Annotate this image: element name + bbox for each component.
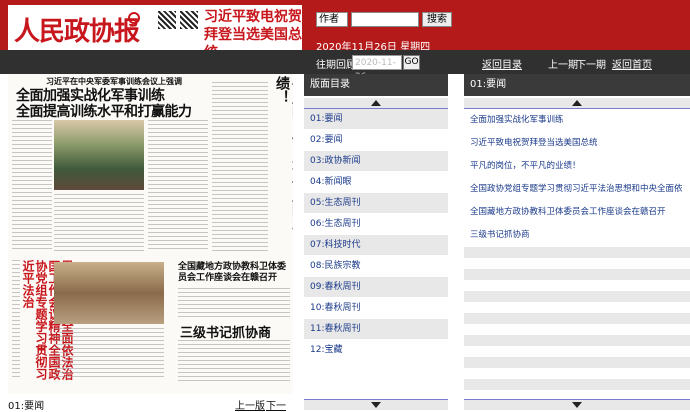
- archive-date-input[interactable]: 2020-11-26: [352, 55, 402, 82]
- header-bar: 人民政协报 习近平致电祝贺 拜登当选美国总统 作者 搜索 2020年11月26日…: [0, 0, 690, 61]
- empty-row: [464, 247, 690, 258]
- text-column: [54, 194, 144, 252]
- triangle-down-icon: [371, 402, 381, 408]
- search-field-select[interactable]: 作者: [316, 12, 348, 27]
- text-column: [178, 340, 290, 384]
- article-link[interactable]: 全国政协党组专题学习贯彻习近平法治思想和中央全面依: [464, 178, 690, 201]
- text-column: [12, 120, 52, 252]
- text-column: [12, 260, 20, 380]
- empty-row: [464, 269, 690, 280]
- scroll-down-arrow[interactable]: [464, 400, 690, 410]
- qr-code-icon: [180, 11, 198, 29]
- toc-title: 版面目录: [304, 74, 448, 96]
- text-column: [212, 82, 268, 252]
- next-issue-link[interactable]: 下一期: [576, 56, 606, 71]
- paper-article-title: 全国藏地方政协教科卫体委员会工作座谈会在赣召开: [178, 262, 287, 283]
- toc-item[interactable]: 07:科技时代: [304, 235, 448, 255]
- text-column: [178, 288, 290, 318]
- headline-line-1: 习近平致电祝贺: [204, 9, 302, 25]
- nav-bar: 往期回顾: 返回目录 上一期 下一期 返回首页: [0, 50, 690, 74]
- toc-item[interactable]: 09:春秋周刊: [304, 277, 448, 297]
- epaper-page: 人民政协报 习近平致电祝贺 拜登当选美国总统 作者 搜索 2020年11月26日…: [0, 0, 690, 412]
- toc-item[interactable]: 04:新闻眼: [304, 172, 448, 192]
- toc-item[interactable]: 01:要闻: [304, 109, 448, 129]
- scroll-down-arrow[interactable]: [304, 400, 448, 410]
- paper-article-title-2: 三级书记抓协商: [180, 326, 272, 341]
- logo: 人民政协报: [14, 17, 140, 47]
- article-list-panel: 01:要闻 全面加强实战化军事训练 习近平致电祝贺拜登当选美国总统 平凡的岗位，不平…: [464, 74, 690, 412]
- search-input[interactable]: [351, 12, 419, 27]
- toc-item[interactable]: 08:民族宗教: [304, 256, 448, 276]
- prev-issue-link[interactable]: 上一期: [548, 56, 578, 71]
- return-toc-link[interactable]: 返回目录: [482, 56, 522, 71]
- front-photo: [54, 120, 144, 190]
- qr-code-icon: [158, 11, 176, 29]
- newspaper-page-image[interactable]: 习近平在中央军委军事训练会议上强调 全面加强实战化军事训练 全面提高训练水平和打…: [8, 74, 293, 394]
- search-bar: 作者 搜索: [316, 12, 452, 27]
- meeting-photo: [54, 262, 164, 324]
- triangle-down-icon: [572, 402, 582, 408]
- article-link[interactable]: 平凡的岗位，不平凡的业绩！: [464, 155, 690, 178]
- toc-item[interactable]: 12:宝藏: [304, 340, 448, 360]
- text-column: [148, 120, 208, 252]
- empty-row: [464, 357, 690, 368]
- triangle-up-icon: [572, 100, 582, 106]
- return-home-link[interactable]: 返回首页: [612, 56, 652, 71]
- article-link[interactable]: 全国藏地方政协教科卫体委员会工作座谈会在赣召开: [464, 201, 690, 224]
- current-page-label: 01:要闻: [8, 401, 45, 412]
- empty-row: [464, 379, 690, 390]
- toc-item[interactable]: 06:生态周刊: [304, 214, 448, 234]
- toc-item[interactable]: 03:政协新闻: [304, 151, 448, 171]
- seal-icon: [128, 12, 140, 24]
- triangle-up-icon: [371, 100, 381, 106]
- paper-title-2: 全面提高训练水平和打赢能力: [16, 104, 192, 120]
- paper-vertical-title: 平凡的岗位，不平凡的业绩！: [274, 76, 293, 230]
- article-link[interactable]: 习近平致电祝贺拜登当选美国总统: [464, 132, 690, 155]
- text-column: [54, 328, 164, 380]
- page-toc-panel: 版面目录 01:要闻 02:要闻 03:政协新闻 04:新闻眼 05:生态周刊 06:生态…: [304, 74, 448, 412]
- prev-page-link[interactable]: 上一版: [235, 397, 265, 412]
- scroll-up-arrow[interactable]: [464, 98, 690, 108]
- toc-item[interactable]: 10:春秋周刊: [304, 298, 448, 318]
- empty-row: [464, 291, 690, 302]
- article-link[interactable]: 全面加强实战化军事训练: [464, 109, 690, 132]
- toc-item[interactable]: 11:春秋周刊: [304, 319, 448, 339]
- go-button[interactable]: GO: [403, 55, 420, 70]
- scroll-up-arrow[interactable]: [304, 98, 448, 108]
- toc-item[interactable]: 05:生态周刊: [304, 193, 448, 213]
- paper-footer: 01:要闻 上一版 下一版: [8, 394, 293, 412]
- toc-item[interactable]: 02:要闻: [304, 130, 448, 150]
- article-list-title: 01:要闻: [464, 74, 690, 96]
- next-page-link[interactable]: 下一版: [266, 397, 293, 412]
- empty-row: [464, 313, 690, 324]
- empty-row: [464, 335, 690, 346]
- search-button[interactable]: 搜索: [422, 12, 452, 27]
- article-link[interactable]: 三级书记抓协商: [464, 224, 690, 247]
- masthead[interactable]: 人民政协报 习近平致电祝贺 拜登当选美国总统: [8, 5, 302, 61]
